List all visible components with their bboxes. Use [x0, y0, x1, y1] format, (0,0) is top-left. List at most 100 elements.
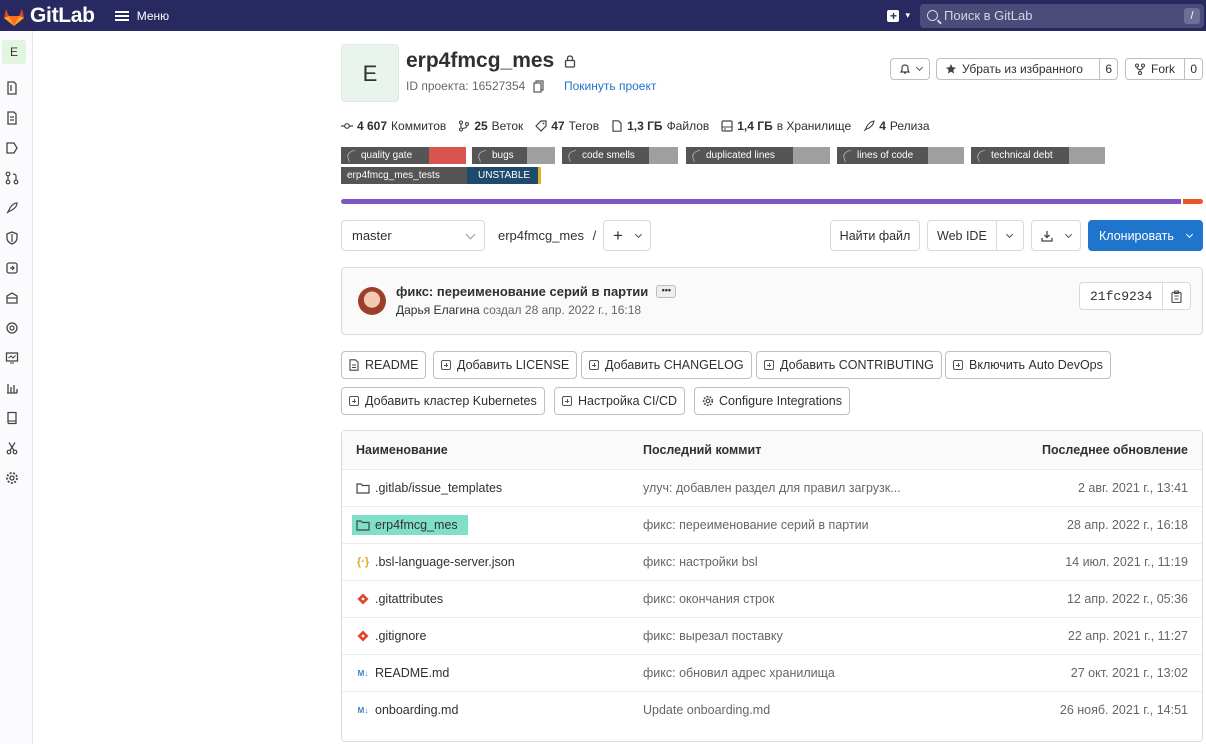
file-last-commit[interactable]: фикс: обновил адрес хранилища [643, 666, 835, 680]
file-last-commit[interactable]: улуч: добавлен раздел для правил загрузк… [643, 481, 901, 495]
add-contributing-button[interactable]: Добавить CONTRIBUTING [756, 351, 942, 379]
badge-lines-of-code[interactable]: lines of code [837, 147, 964, 164]
setup-ci-cd-button[interactable]: Настройка CI/CD [554, 387, 686, 415]
monitor-icon[interactable] [5, 351, 19, 365]
sidebar-project-avatar[interactable]: E [2, 40, 26, 64]
new-item-dropdown[interactable]: + ▾ [887, 9, 910, 22]
commit-author-avatar[interactable] [358, 287, 386, 315]
infrastructure-icon[interactable] [5, 321, 19, 335]
file-last-commit[interactable]: фикс: окончания строк [643, 592, 774, 606]
table-row[interactable]: .gitignore фикс: вырезал поставку 22 апр… [342, 617, 1202, 654]
file-name[interactable]: onboarding.md [375, 703, 458, 717]
badge-bugs[interactable]: bugs [472, 147, 555, 164]
notifications-dropdown[interactable] [890, 58, 930, 80]
file-name[interactable]: .gitlab/issue_templates [375, 481, 502, 495]
security-shield-icon[interactable] [5, 231, 19, 245]
file-name[interactable]: .gitattributes [375, 592, 443, 606]
fork-button-main[interactable]: Fork [1126, 62, 1180, 76]
wiki-book-icon[interactable] [5, 411, 19, 425]
file-name-cell[interactable]: .gitignore [356, 629, 426, 643]
releases-stat[interactable]: 4 Релиза [863, 119, 930, 133]
file-last-update: 27 окт. 2021 г., 13:02 [1070, 666, 1188, 680]
breadcrumb-project[interactable]: erp4fmcg_mes [498, 228, 584, 243]
breadcrumb: erp4fmcg_mes / [498, 228, 596, 243]
readme-button[interactable]: README [341, 351, 427, 379]
gitlab-home-link[interactable]: GitLab [2, 4, 95, 28]
snippets-scissors-icon[interactable] [5, 441, 19, 455]
badge-quality-gate[interactable]: quality gate [341, 147, 466, 164]
file-name-cell[interactable]: M↓ README.md [356, 666, 450, 680]
table-header: Наименование Последний коммит Последнее … [342, 431, 1202, 469]
file-last-commit[interactable]: фикс: переименование серий в партии [643, 518, 869, 532]
settings-gear-icon[interactable] [5, 471, 19, 485]
commit-title-link[interactable]: фикс: переименование серий в партии [396, 284, 648, 299]
project-info-icon[interactable] [5, 81, 19, 95]
language-segment-secondary[interactable] [1183, 199, 1203, 204]
download-dropdown[interactable] [1031, 220, 1081, 251]
packages-icon[interactable] [5, 291, 19, 305]
issues-icon[interactable] [5, 141, 19, 155]
configure-integrations-button[interactable]: Configure Integrations [694, 387, 850, 415]
file-name-cell[interactable]: .gitattributes [356, 592, 443, 606]
table-row[interactable]: .gitlab/issue_templates улуч: добавлен р… [342, 469, 1202, 506]
web-ide-button[interactable]: Web IDE [928, 229, 996, 243]
table-row[interactable]: erp4fmcg_mes фикс: переименование серий … [342, 506, 1202, 543]
fork-button[interactable]: Fork 0 [1125, 58, 1203, 80]
file-last-commit[interactable]: фикс: вырезал поставку [643, 629, 783, 643]
commit-author-link[interactable]: Дарья Елагина [396, 303, 480, 317]
badge-code-smells[interactable]: code smells [562, 147, 678, 164]
file-name-cell[interactable]: .gitlab/issue_templates [356, 481, 502, 495]
copy-sha-button[interactable] [1162, 283, 1190, 309]
copy-icon[interactable] [533, 79, 544, 93]
branches-stat[interactable]: 25 Веток [458, 119, 523, 133]
badge-technical-debt[interactable]: technical debt [971, 147, 1105, 164]
file-name[interactable]: .bsl-language-server.json [375, 555, 515, 569]
file-last-commit[interactable]: Update onboarding.md [643, 703, 770, 717]
enable-auto-devops-button[interactable]: Включить Auto DevOps [945, 351, 1111, 379]
commits-stat[interactable]: 4 607 Коммитов [341, 119, 446, 133]
merge-requests-icon[interactable] [5, 171, 19, 185]
file-last-commit[interactable]: фикс: настройки bsl [643, 555, 758, 569]
badge-tests[interactable]: erp4fmcg_mes_tests UNSTABLE [341, 167, 541, 184]
analytics-icon[interactable] [5, 381, 19, 395]
ci-cd-rocket-icon[interactable] [5, 201, 19, 215]
files-stat[interactable]: 1,3 ГБ Файлов [611, 119, 709, 133]
star-button-main[interactable]: Убрать из избранного [937, 62, 1088, 76]
file-name[interactable]: erp4fmcg_mes [375, 518, 458, 532]
bell-icon [899, 64, 910, 74]
add-license-button[interactable]: Добавить LICENSE [433, 351, 578, 379]
web-ide-dropdown-toggle[interactable] [995, 221, 1022, 250]
lock-icon [565, 54, 576, 68]
file-name[interactable]: .gitignore [375, 629, 426, 643]
menu-button[interactable]: Меню [114, 9, 169, 23]
commit-sha[interactable]: 21fc9234 [1080, 289, 1162, 304]
file-name-cell[interactable]: erp4fmcg_mes [352, 515, 468, 535]
clone-button[interactable]: Клонировать [1088, 220, 1203, 251]
file-name-cell[interactable]: {·} .bsl-language-server.json [356, 555, 515, 569]
storage-stat[interactable]: 1,4 ГБ в Хранилище [721, 119, 851, 133]
find-file-button[interactable]: Найти файл [830, 220, 920, 251]
add-kubernetes-cluster-button[interactable]: Добавить кластер Kubernetes [341, 387, 545, 415]
repository-icon[interactable] [5, 111, 19, 125]
table-row[interactable]: .gitattributes фикс: окончания строк 12 … [342, 580, 1202, 617]
expand-commit-message-button[interactable]: ••• [656, 285, 677, 298]
file-last-update: 26 нояб. 2021 г., 14:51 [1059, 703, 1188, 717]
search-input[interactable]: Поиск в GitLab / [920, 3, 1204, 28]
fork-count[interactable]: 0 [1184, 59, 1202, 79]
tags-stat[interactable]: 47 Тегов [535, 119, 599, 133]
table-row[interactable]: {·} .bsl-language-server.json фикс: наст… [342, 543, 1202, 580]
file-name-cell[interactable]: M↓ onboarding.md [356, 703, 459, 717]
add-to-tree-dropdown[interactable]: + [603, 220, 651, 251]
deployments-icon[interactable] [5, 261, 19, 275]
project-name[interactable]: erp4fmcg_mes [406, 49, 554, 73]
leave-project-link[interactable]: Покинуть проект [564, 79, 656, 93]
branch-select[interactable]: master [341, 220, 485, 251]
badge-duplicated-lines[interactable]: duplicated lines [686, 147, 830, 164]
add-changelog-button[interactable]: Добавить CHANGELOG [581, 351, 752, 379]
star-button[interactable]: Убрать из избранного 6 [936, 58, 1118, 80]
table-row[interactable]: M↓ onboarding.md Update onboarding.md 26… [342, 691, 1202, 728]
star-count[interactable]: 6 [1099, 59, 1117, 79]
table-row[interactable]: M↓ README.md фикс: обновил адрес хранили… [342, 654, 1202, 691]
language-segment-primary[interactable] [341, 199, 1182, 204]
file-name[interactable]: README.md [375, 666, 449, 680]
